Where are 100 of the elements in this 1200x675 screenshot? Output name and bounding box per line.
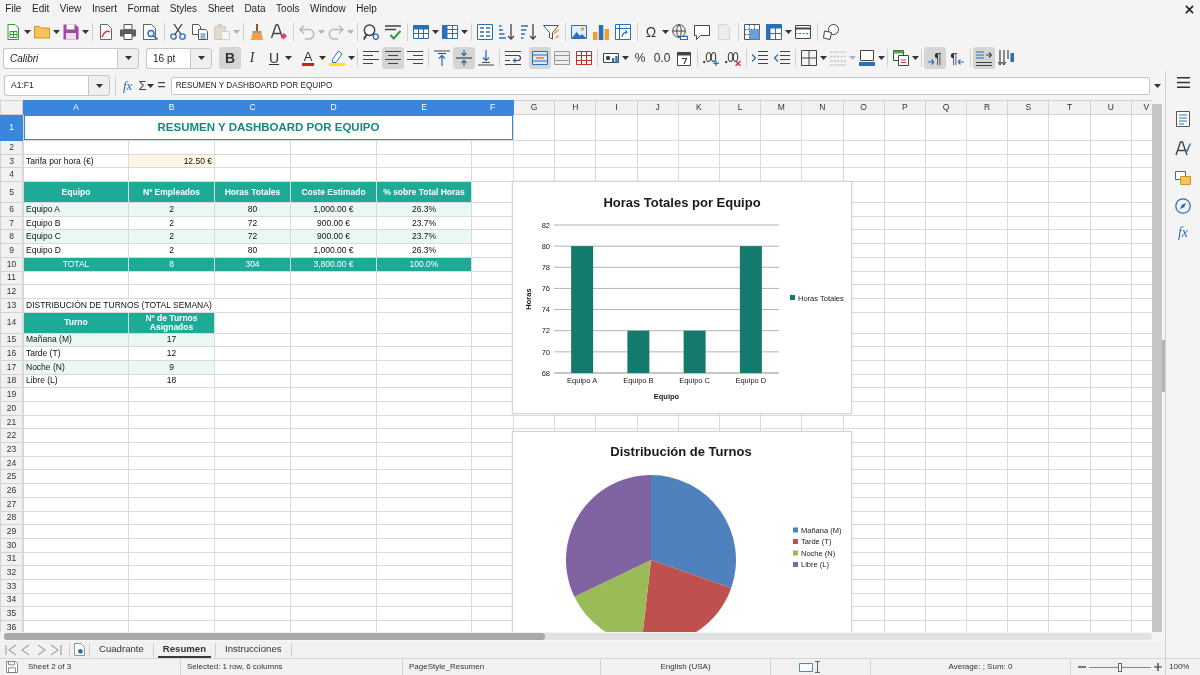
function-wizard-button[interactable]: fx: [120, 75, 136, 96]
menu-item[interactable]: Insert: [86, 0, 123, 18]
freeze-panes-icon[interactable]: [766, 23, 782, 40]
save-icon[interactable]: [6, 661, 18, 673]
number-format-button[interactable]: 0.0: [651, 47, 673, 69]
compass-icon[interactable]: [1175, 198, 1191, 214]
left-to-right-button[interactable]: ¶: [924, 47, 946, 69]
column-header[interactable]: H: [554, 100, 596, 115]
minus-icon[interactable]: [1078, 663, 1086, 671]
caret-icon[interactable]: [785, 29, 792, 34]
eraser-letter-icon[interactable]: [271, 23, 287, 40]
caret-icon[interactable]: [53, 29, 60, 34]
column-header[interactable]: V: [1131, 100, 1152, 115]
caret-icon[interactable]: [622, 56, 629, 60]
center-vertically-button[interactable]: [453, 47, 475, 69]
styles-icon[interactable]: [1175, 140, 1191, 156]
image-icon[interactable]: [571, 23, 587, 40]
caret-icon[interactable]: [124, 56, 132, 60]
plus-icon[interactable]: [1154, 663, 1162, 671]
menu-item[interactable]: Data: [239, 0, 271, 18]
scrollbar[interactable]: [1152, 104, 1162, 632]
font-size-field[interactable]: 16 pt: [146, 47, 190, 69]
borders-button[interactable]: [798, 47, 820, 69]
menu-item[interactable]: Window: [304, 0, 351, 18]
sort-descending-icon[interactable]: [521, 23, 537, 40]
underline-button[interactable]: U: [263, 47, 285, 69]
sum-button[interactable]: Σ: [135, 75, 148, 96]
gallery-icon[interactable]: [1175, 169, 1191, 185]
menu-item[interactable]: Styles: [164, 0, 203, 18]
column-header[interactable]: L: [719, 100, 761, 115]
special-character-button[interactable]: Ω: [640, 20, 662, 43]
table-columns-icon[interactable]: [442, 23, 458, 40]
scissors-icon[interactable]: [170, 23, 186, 40]
column-header[interactable]: M: [760, 100, 802, 115]
column-header[interactable]: I: [595, 100, 638, 115]
menu-item[interactable]: Sheet: [202, 0, 240, 18]
zoom-level[interactable]: 100%: [1169, 661, 1190, 673]
formula-input[interactable]: RESUMEN Y DASHBOARD POR EQUIPO: [170, 76, 1150, 95]
pdf-export-icon[interactable]: [98, 23, 114, 40]
table-rows-icon[interactable]: [413, 23, 429, 40]
sidebar-handle[interactable]: [1162, 340, 1166, 392]
highlight-button[interactable]: [326, 47, 348, 69]
sheet-tab[interactable]: Cuadrante: [94, 641, 149, 658]
caret-icon[interactable]: [82, 29, 89, 34]
column-header[interactable]: Q: [925, 100, 967, 115]
column-header[interactable]: C: [214, 100, 291, 115]
caret-icon[interactable]: [197, 56, 205, 60]
scrollbar-thumb[interactable]: [4, 633, 545, 640]
properties-icon[interactable]: [1175, 111, 1191, 127]
sheet-tab[interactable]: Instrucciones: [220, 641, 287, 658]
text-direction-button[interactable]: [973, 47, 995, 69]
column-header[interactable]: T: [1048, 100, 1091, 115]
rectangle-icon[interactable]: [799, 662, 813, 672]
caret-icon[interactable]: [662, 29, 669, 34]
row-header[interactable]: 5: [0, 181, 23, 203]
row-header[interactable]: 1: [0, 114, 23, 141]
caret-icon[interactable]: [95, 83, 103, 88]
paintbrush-icon[interactable]: [249, 23, 265, 40]
align-bottom-button[interactable]: [475, 47, 497, 69]
sort-ascending-icon[interactable]: [499, 23, 515, 40]
sort-icon[interactable]: [477, 23, 493, 40]
page-style[interactable]: PageStyle_Resumen: [409, 661, 485, 673]
bar-chart-icon[interactable]: [593, 23, 609, 40]
caret-icon[interactable]: [147, 83, 155, 88]
conditional-format-button[interactable]: [890, 47, 912, 69]
font-color-button[interactable]: A: [297, 47, 319, 69]
column-header[interactable]: G: [513, 100, 555, 115]
column-header[interactable]: O: [843, 100, 885, 115]
language[interactable]: English (USA): [660, 661, 711, 673]
printer-icon[interactable]: [120, 23, 136, 40]
copy-icon[interactable]: [192, 23, 208, 40]
caret-icon[interactable]: [878, 56, 885, 60]
column-header[interactable]: N: [801, 100, 843, 115]
speech-bubble-icon[interactable]: [694, 23, 710, 40]
print-preview-icon[interactable]: [142, 23, 158, 40]
italic-button[interactable]: I: [241, 47, 263, 69]
column-header[interactable]: F: [471, 100, 514, 115]
find-replace-icon[interactable]: [363, 23, 379, 40]
align-center-button[interactable]: [382, 47, 404, 69]
caret-icon[interactable]: [348, 56, 355, 60]
row-header[interactable]: 14: [0, 312, 23, 334]
add-sheet-icon[interactable]: [74, 643, 85, 656]
column-header[interactable]: B: [128, 100, 215, 115]
caret-icon[interactable]: [461, 29, 468, 34]
formula-button[interactable]: =: [154, 75, 169, 96]
column-header[interactable]: S: [1007, 100, 1049, 115]
spellcheck-icon[interactable]: [385, 23, 401, 40]
menu-item[interactable]: View: [54, 0, 87, 18]
menu-icon[interactable]: [1175, 76, 1191, 89]
menu-item[interactable]: Format: [122, 0, 165, 18]
caret-icon[interactable]: [24, 29, 31, 34]
caret-icon[interactable]: [912, 56, 919, 60]
right-to-left-button[interactable]: ¶: [946, 47, 968, 69]
menu-item[interactable]: File: [0, 0, 27, 18]
column-header[interactable]: A: [23, 100, 129, 115]
split-window-icon[interactable]: [795, 23, 811, 40]
column-header[interactable]: E: [376, 100, 472, 115]
pivot-table-icon[interactable]: [615, 23, 631, 40]
percent-button[interactable]: %: [629, 47, 651, 69]
caret-icon[interactable]: [319, 56, 326, 60]
